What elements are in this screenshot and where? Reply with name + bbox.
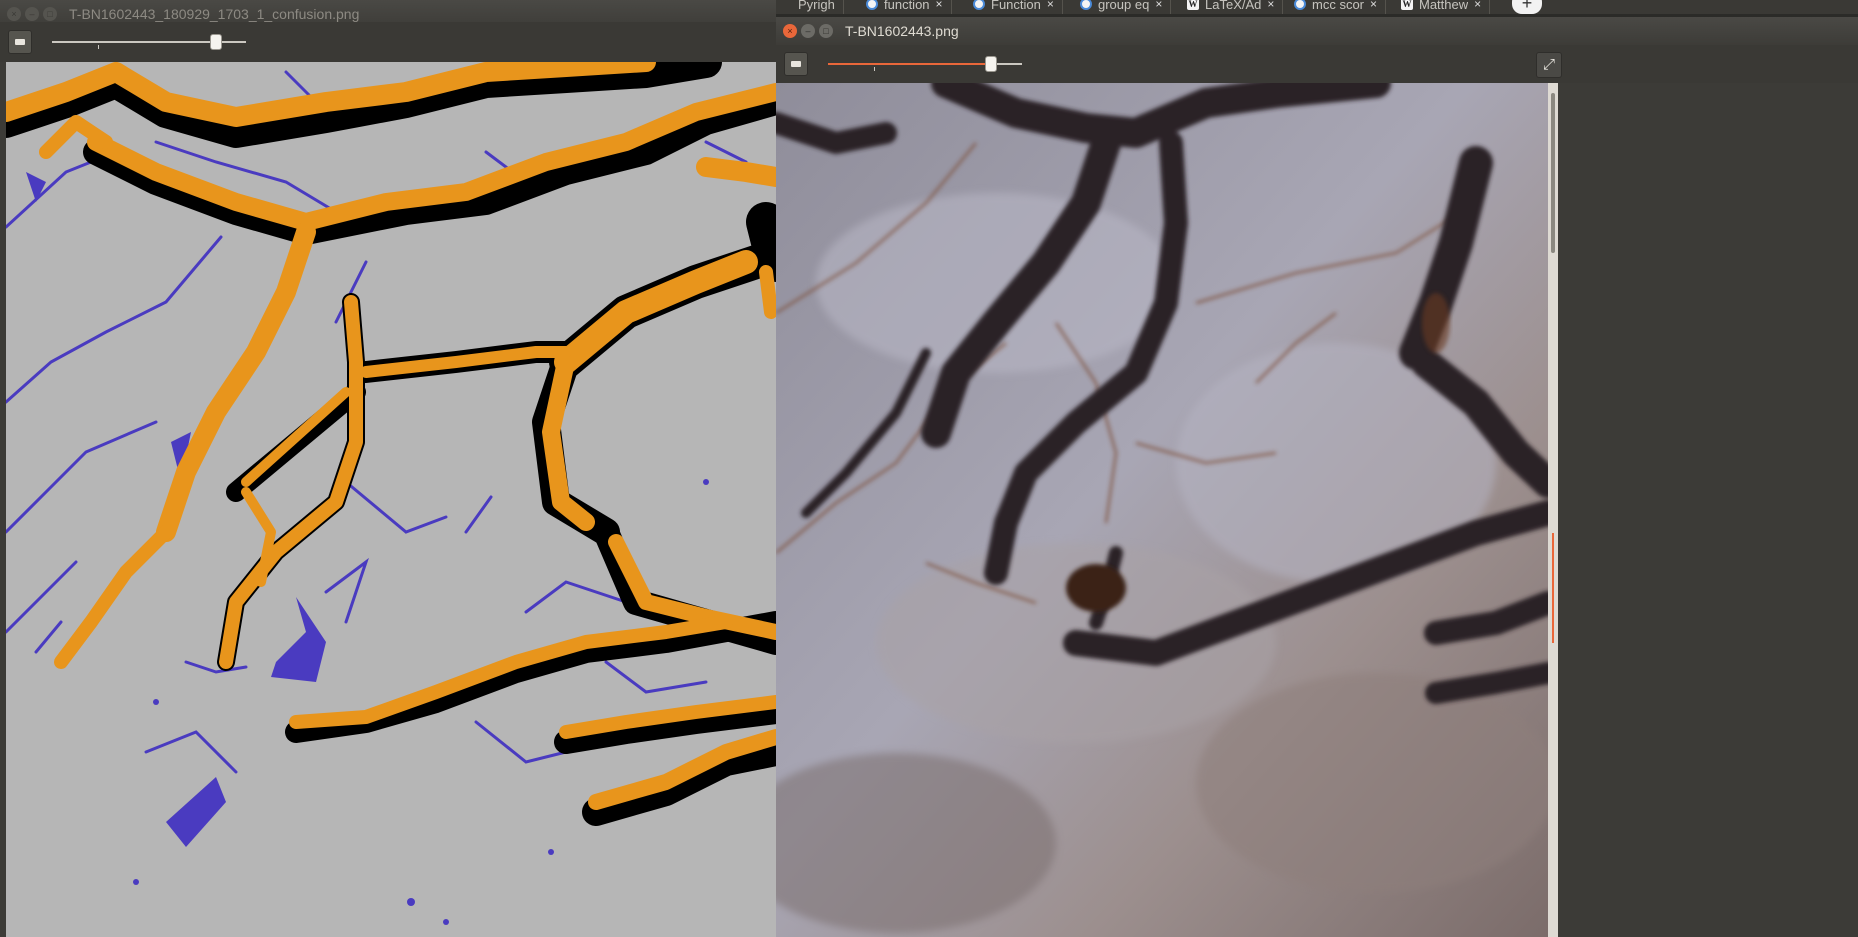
zoom-fill [828, 63, 992, 65]
browser-tab-1[interactable]: function × [858, 0, 952, 14]
original-image[interactable] [776, 83, 1548, 937]
close-icon[interactable]: × [1155, 0, 1162, 11]
window-minimize-button[interactable]: – [25, 7, 39, 21]
tab-label: group eq [1098, 0, 1150, 12]
close-icon: × [11, 8, 17, 19]
window-maximize-button[interactable]: □ [43, 7, 57, 21]
minus-icon [791, 61, 801, 67]
tab-label: LaTeX/Ad [1205, 0, 1262, 12]
confusion-image[interactable] [6, 62, 776, 937]
window-maximize-button[interactable]: □ [819, 24, 833, 38]
chrome-icon [1080, 0, 1092, 10]
browser-tab-2[interactable]: Function × [965, 0, 1063, 14]
browser-tab-partial[interactable]: Pyrigh [790, 0, 844, 14]
zoom-handle[interactable] [985, 56, 997, 72]
tab-label: Pyrigh [798, 0, 835, 12]
maximize-icon: □ [47, 8, 53, 19]
zoom-slider[interactable] [52, 32, 246, 52]
zoom-out-button[interactable] [8, 30, 32, 54]
window-minimize-button[interactable]: – [801, 24, 815, 38]
tab-label: mcc scor [1312, 0, 1364, 12]
browser-tab-5[interactable]: mcc scor × [1286, 0, 1387, 14]
viewer-toolbar: ⤢ [776, 45, 1858, 83]
close-icon[interactable]: × [1047, 0, 1054, 11]
scrollbar-indicator [1552, 533, 1554, 643]
image-viewer-window: × – □ T-BN1602443.png ⤢ [776, 17, 1858, 937]
window-titlebar[interactable]: × – □ T-BN1602443.png [776, 17, 1858, 45]
viewer-toolbar [0, 22, 776, 62]
tab-label: Function [991, 0, 1041, 12]
wikibooks-icon: W [1187, 0, 1199, 10]
vertical-scrollbar[interactable] [1548, 83, 1558, 937]
minimize-icon: – [805, 25, 811, 36]
browser-tab-6[interactable]: W Matthew × [1393, 0, 1491, 14]
micrograph-graphic [776, 83, 1548, 937]
minimize-icon: – [29, 8, 35, 19]
close-icon: × [787, 25, 793, 36]
fullscreen-button[interactable]: ⤢ [1536, 52, 1562, 78]
close-icon[interactable]: × [1370, 0, 1377, 11]
tab-label: Matthew [1419, 0, 1469, 12]
chrome-icon [973, 0, 985, 10]
zoom-out-button[interactable] [784, 52, 808, 76]
window-close-button[interactable]: × [7, 7, 21, 21]
close-icon[interactable]: × [1474, 0, 1481, 11]
window-title: T-BN1602443.png [845, 23, 959, 39]
window-title: T-BN1602443_180929_1703_1_confusion.png [69, 6, 360, 22]
zoom-slider[interactable] [828, 54, 1022, 74]
confusion-map-graphic [6, 62, 776, 937]
chrome-icon [866, 0, 878, 10]
zoom-handle[interactable] [210, 34, 222, 50]
maximize-icon: □ [823, 25, 829, 36]
new-tab-button[interactable]: + [1512, 0, 1542, 14]
fullscreen-icon: ⤢ [1542, 56, 1555, 73]
close-icon[interactable]: × [936, 0, 943, 11]
chrome-icon [1294, 0, 1306, 10]
tab-label: function [884, 0, 930, 12]
browser-tab-3[interactable]: group eq × [1072, 0, 1172, 14]
minus-icon [15, 39, 25, 45]
wikipedia-icon: W [1401, 0, 1413, 10]
close-icon[interactable]: × [1267, 0, 1274, 11]
confusion-viewer-window: × – □ T-BN1602443_180929_1703_1_confusio… [0, 0, 776, 937]
window-close-button[interactable]: × [783, 24, 797, 38]
scrollbar-thumb[interactable] [1551, 93, 1555, 253]
zoom-tick [98, 45, 99, 49]
browser-tab-4[interactable]: W LaTeX/Ad × [1179, 0, 1284, 14]
zoom-tick [874, 67, 875, 71]
